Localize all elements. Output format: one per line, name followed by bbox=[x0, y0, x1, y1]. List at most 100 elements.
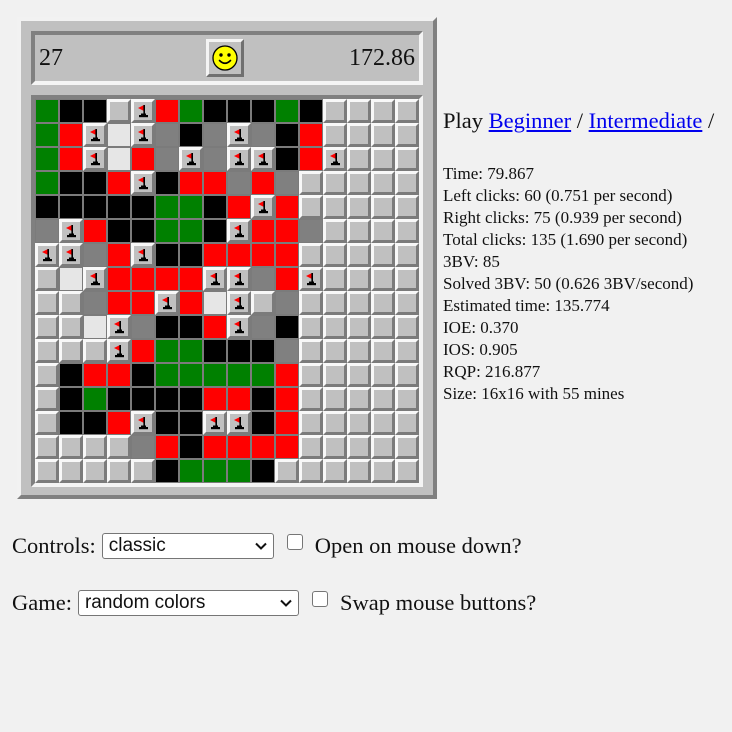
flagged-cell[interactable] bbox=[131, 411, 155, 435]
flagged-cell[interactable] bbox=[227, 291, 251, 315]
covered-cell[interactable] bbox=[35, 459, 59, 483]
flagged-cell[interactable] bbox=[203, 267, 227, 291]
covered-cell[interactable] bbox=[371, 411, 395, 435]
covered-cell[interactable] bbox=[371, 459, 395, 483]
opened-cell-black[interactable] bbox=[131, 219, 155, 243]
covered-cell[interactable] bbox=[35, 315, 59, 339]
opened-cell-red[interactable] bbox=[107, 267, 131, 291]
opened-cell-black[interactable] bbox=[275, 315, 299, 339]
opened-cell-gray[interactable] bbox=[131, 315, 155, 339]
opened-cell-black[interactable] bbox=[203, 219, 227, 243]
opened-cell-red[interactable] bbox=[251, 219, 275, 243]
flagged-cell[interactable] bbox=[59, 219, 83, 243]
opened-cell-black[interactable] bbox=[107, 195, 131, 219]
opened-cell-black[interactable] bbox=[35, 195, 59, 219]
opened-cell-black[interactable] bbox=[155, 315, 179, 339]
covered-cell[interactable] bbox=[347, 99, 371, 123]
opened-cell-gray[interactable] bbox=[155, 147, 179, 171]
covered-cell[interactable] bbox=[371, 315, 395, 339]
covered-cell[interactable] bbox=[83, 459, 107, 483]
opened-cell-green[interactable] bbox=[179, 195, 203, 219]
covered-cell[interactable] bbox=[299, 339, 323, 363]
opened-cell-black[interactable] bbox=[131, 363, 155, 387]
controls-select[interactable]: classic bbox=[101, 533, 274, 559]
flagged-cell[interactable] bbox=[227, 411, 251, 435]
covered-cell[interactable] bbox=[347, 147, 371, 171]
covered-cell[interactable] bbox=[323, 99, 347, 123]
flagged-cell[interactable] bbox=[83, 123, 107, 147]
flagged-cell[interactable] bbox=[227, 147, 251, 171]
opened-cell-black[interactable] bbox=[83, 171, 107, 195]
flagged-cell[interactable] bbox=[179, 147, 203, 171]
covered-cell[interactable] bbox=[371, 291, 395, 315]
opened-cell-green[interactable] bbox=[35, 123, 59, 147]
opened-cell-black[interactable] bbox=[83, 99, 107, 123]
opened-cell-white[interactable] bbox=[59, 267, 83, 291]
covered-cell[interactable] bbox=[323, 435, 347, 459]
opened-cell-green[interactable] bbox=[83, 387, 107, 411]
opened-cell-red[interactable] bbox=[83, 219, 107, 243]
covered-cell[interactable] bbox=[371, 387, 395, 411]
opened-cell-green[interactable] bbox=[203, 363, 227, 387]
opened-cell-black[interactable] bbox=[155, 243, 179, 267]
flagged-cell[interactable] bbox=[131, 99, 155, 123]
opened-cell-red[interactable] bbox=[227, 243, 251, 267]
covered-cell[interactable] bbox=[59, 315, 83, 339]
opened-cell-red[interactable] bbox=[179, 267, 203, 291]
covered-cell[interactable] bbox=[59, 435, 83, 459]
covered-cell[interactable] bbox=[323, 363, 347, 387]
covered-cell[interactable] bbox=[395, 339, 419, 363]
flagged-cell[interactable] bbox=[227, 315, 251, 339]
opened-cell-black[interactable] bbox=[107, 219, 131, 243]
opened-cell-red[interactable] bbox=[107, 291, 131, 315]
opened-cell-white[interactable] bbox=[83, 315, 107, 339]
opened-cell-gray[interactable] bbox=[251, 315, 275, 339]
covered-cell[interactable] bbox=[371, 147, 395, 171]
opened-cell-black[interactable] bbox=[59, 363, 83, 387]
covered-cell[interactable] bbox=[371, 339, 395, 363]
opened-cell-green[interactable] bbox=[179, 219, 203, 243]
covered-cell[interactable] bbox=[299, 411, 323, 435]
opened-cell-red[interactable] bbox=[227, 195, 251, 219]
covered-cell[interactable] bbox=[299, 435, 323, 459]
covered-cell[interactable] bbox=[83, 339, 107, 363]
opened-cell-white[interactable] bbox=[107, 123, 131, 147]
covered-cell[interactable] bbox=[395, 147, 419, 171]
covered-cell[interactable] bbox=[347, 171, 371, 195]
opened-cell-red[interactable] bbox=[107, 363, 131, 387]
opened-cell-green[interactable] bbox=[179, 363, 203, 387]
opened-cell-black[interactable] bbox=[227, 339, 251, 363]
opened-cell-red[interactable] bbox=[59, 123, 83, 147]
opened-cell-red[interactable] bbox=[107, 171, 131, 195]
opened-cell-gray[interactable] bbox=[155, 123, 179, 147]
opened-cell-green[interactable] bbox=[179, 459, 203, 483]
opened-cell-red[interactable] bbox=[227, 387, 251, 411]
covered-cell[interactable] bbox=[35, 291, 59, 315]
covered-cell[interactable] bbox=[323, 267, 347, 291]
opened-cell-red[interactable] bbox=[227, 435, 251, 459]
opened-cell-black[interactable] bbox=[155, 459, 179, 483]
opened-cell-white[interactable] bbox=[107, 147, 131, 171]
opened-cell-red[interactable] bbox=[203, 387, 227, 411]
opened-cell-black[interactable] bbox=[179, 387, 203, 411]
covered-cell[interactable] bbox=[371, 243, 395, 267]
covered-cell[interactable] bbox=[83, 435, 107, 459]
covered-cell[interactable] bbox=[395, 99, 419, 123]
opened-cell-red[interactable] bbox=[251, 435, 275, 459]
flagged-cell[interactable] bbox=[227, 219, 251, 243]
covered-cell[interactable] bbox=[371, 267, 395, 291]
opened-cell-black[interactable] bbox=[251, 411, 275, 435]
opened-cell-white[interactable] bbox=[203, 291, 227, 315]
covered-cell[interactable] bbox=[371, 195, 395, 219]
flagged-cell[interactable] bbox=[83, 267, 107, 291]
opened-cell-black[interactable] bbox=[275, 147, 299, 171]
covered-cell[interactable] bbox=[35, 339, 59, 363]
opened-cell-red[interactable] bbox=[203, 243, 227, 267]
covered-cell[interactable] bbox=[251, 291, 275, 315]
covered-cell[interactable] bbox=[323, 171, 347, 195]
covered-cell[interactable] bbox=[323, 459, 347, 483]
opened-cell-green[interactable] bbox=[155, 339, 179, 363]
opened-cell-green[interactable] bbox=[275, 99, 299, 123]
opened-cell-red[interactable] bbox=[131, 147, 155, 171]
covered-cell[interactable] bbox=[323, 291, 347, 315]
